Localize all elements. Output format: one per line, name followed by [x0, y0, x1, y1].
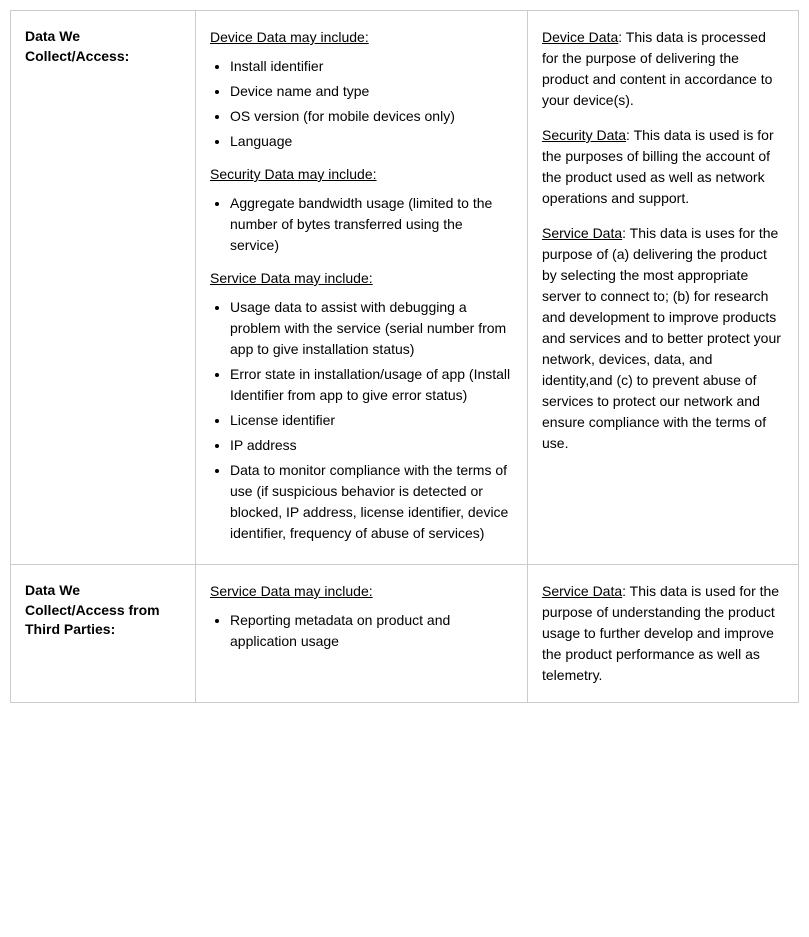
list-item: Reporting metadata on product and applic…: [230, 610, 513, 652]
purpose-entry: Device Data: This data is processed for …: [542, 27, 784, 111]
purpose-term: Service Data: [542, 583, 622, 599]
row-content: Device Data may include: Install identifi…: [196, 11, 528, 564]
main-table: Data We Collect/Access:Device Data may i…: [10, 10, 799, 703]
table-row: Data We Collect/Access from Third Partie…: [11, 565, 798, 702]
purpose-term: Security Data: [542, 127, 626, 143]
purpose-entry: Service Data: This data is used for the …: [542, 581, 784, 686]
list-item: Error state in installation/usage of app…: [230, 364, 513, 406]
section-heading: Security Data may include:: [210, 164, 513, 185]
purpose-entry: Security Data: This data is used is for …: [542, 125, 784, 209]
row-purpose: Device Data: This data is processed for …: [528, 11, 798, 564]
table-row: Data We Collect/Access:Device Data may i…: [11, 11, 798, 565]
list-item: Device name and type: [230, 81, 513, 102]
section-heading: Service Data may include:: [210, 581, 513, 602]
row-label: Data We Collect/Access:: [11, 11, 196, 564]
section-list: Reporting metadata on product and applic…: [210, 610, 513, 652]
section-list: Install identifier Device name and type OS…: [210, 56, 513, 152]
section-list: Aggregate bandwidth usage (limited to th…: [210, 193, 513, 256]
row-purpose: Service Data: This data is used for the …: [528, 565, 798, 702]
purpose-text: : This data is uses for the purpose of (…: [542, 225, 781, 451]
list-item: Language: [230, 131, 513, 152]
purpose-term: Service Data: [542, 225, 622, 241]
list-item: License identifier: [230, 410, 513, 431]
row-content: Service Data may include: Reporting metad…: [196, 565, 528, 702]
list-item: Install identifier: [230, 56, 513, 77]
list-item: Data to monitor compliance with the term…: [230, 460, 513, 544]
row-label: Data We Collect/Access from Third Partie…: [11, 565, 196, 702]
list-item: Aggregate bandwidth usage (limited to th…: [230, 193, 513, 256]
purpose-entry: Service Data: This data is uses for the …: [542, 223, 784, 454]
list-item: Usage data to assist with debugging a pr…: [230, 297, 513, 360]
list-item: OS version (for mobile devices only): [230, 106, 513, 127]
section-list: Usage data to assist with debugging a pr…: [210, 297, 513, 544]
list-item: IP address: [230, 435, 513, 456]
section-heading: Service Data may include:: [210, 268, 513, 289]
section-heading: Device Data may include:: [210, 27, 513, 48]
purpose-term: Device Data: [542, 29, 618, 45]
